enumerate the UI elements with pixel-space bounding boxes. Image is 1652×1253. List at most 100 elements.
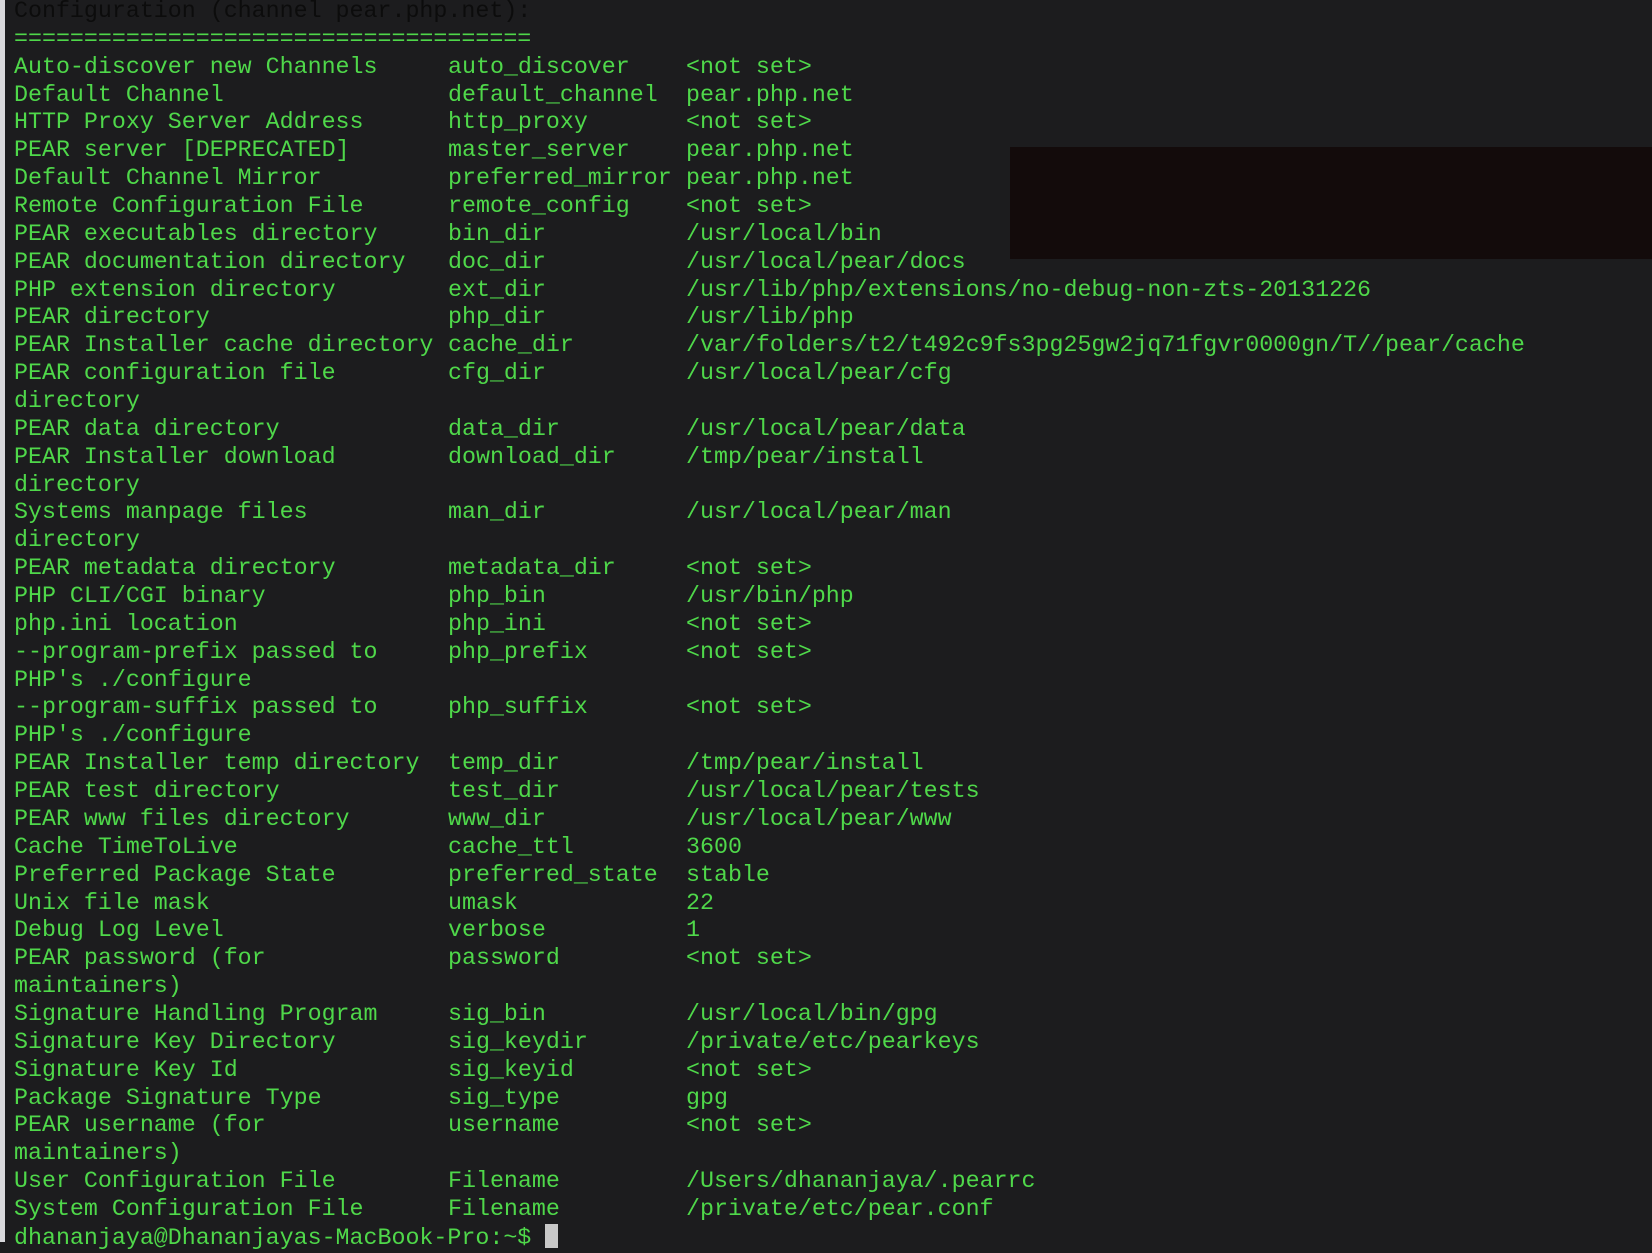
- config-row: --program-prefix passed to PHP's ./confi…: [14, 639, 1644, 695]
- config-key: data_dir: [448, 415, 560, 442]
- config-value: pear.php.net: [686, 137, 854, 164]
- config-value: /tmp/pear/install: [686, 443, 924, 470]
- config-value: /usr/local/bin: [686, 220, 882, 247]
- config-key: sig_keyid: [448, 1056, 574, 1083]
- config-key: http_proxy: [448, 109, 588, 136]
- window-edge: [0, 0, 5, 1242]
- config-row: Unix file mask umask 22: [14, 890, 1644, 918]
- config-value: <not set>: [686, 555, 812, 582]
- config-key: default_channel: [448, 81, 658, 108]
- config-value: /private/etc/pearkeys: [686, 1028, 980, 1055]
- config-key: man_dir: [448, 499, 546, 526]
- config-row: PHP CLI/CGI binary php_bin/usr/bin/php: [14, 583, 1644, 611]
- config-value: /usr/local/pear/tests: [686, 778, 980, 805]
- config-row: Package Signature Type sig_type gpg: [14, 1085, 1644, 1113]
- config-label: System Configuration File: [14, 1195, 364, 1222]
- config-label: PHP CLI/CGI binary: [14, 583, 266, 610]
- config-label: PEAR data directory: [14, 415, 280, 442]
- config-row: PEAR server [DEPRECATED] master_server pea…: [14, 137, 1644, 165]
- config-key: auto_discover: [448, 53, 630, 80]
- config-key: sig_keydir: [448, 1028, 588, 1055]
- config-label: PEAR configuration file directory: [14, 360, 336, 415]
- config-value: <not set>: [686, 610, 812, 637]
- config-label: PEAR www files directory: [14, 805, 350, 832]
- config-key: sig_type: [448, 1084, 560, 1111]
- config-value: stable: [686, 861, 770, 888]
- config-key: remote_config: [448, 193, 630, 220]
- config-row: PEAR Installer download directory downloa…: [14, 444, 1644, 500]
- config-key: verbose: [448, 917, 546, 944]
- config-row: PEAR www files directory www_dir/usr/loca…: [14, 806, 1644, 834]
- config-key: cache_ttl: [448, 833, 574, 860]
- config-label: Unix file mask: [14, 889, 210, 916]
- config-label: HTTP Proxy Server Address: [14, 109, 364, 136]
- config-row: Signature Key Directory sig_keydir/privat…: [14, 1029, 1644, 1057]
- config-value: /var/folders/t2/t492c9fs3pg25gw2jq71fgvr…: [686, 332, 1525, 359]
- config-key: temp_dir: [448, 750, 560, 777]
- config-value: pear.php.net: [686, 165, 854, 192]
- config-value: /Users/dhananjaya/.pearrc: [686, 1168, 1036, 1195]
- config-label: PEAR server [DEPRECATED]: [14, 137, 350, 164]
- config-label: PEAR test directory: [14, 778, 280, 805]
- config-label: PEAR documentation directory: [14, 248, 406, 275]
- config-label: Default Channel Mirror: [14, 165, 322, 192]
- config-value: <not set>: [686, 1112, 812, 1139]
- config-key: preferred_mirror: [448, 165, 672, 192]
- config-value: /usr/bin/php: [686, 583, 854, 610]
- config-key: bin_dir: [448, 220, 546, 247]
- config-row: --program-suffix passed to PHP's ./confi…: [14, 694, 1644, 750]
- config-key: cache_dir: [448, 332, 574, 359]
- config-row: PEAR username (for maintainers) username <…: [14, 1112, 1644, 1168]
- config-row: PEAR password (for maintainers) password <…: [14, 945, 1644, 1001]
- config-label: Systems manpage files directory: [14, 499, 308, 554]
- config-row: Remote Configuration File remote_config <n…: [14, 193, 1644, 221]
- config-key: php_prefix: [448, 638, 588, 665]
- config-key: username: [448, 1112, 560, 1139]
- config-key: download_dir: [448, 443, 616, 470]
- config-value: /usr/local/pear/docs: [686, 248, 966, 275]
- config-label: --program-prefix passed to PHP's ./confi…: [14, 638, 378, 693]
- config-row: PEAR configuration file directory cfg_dir…: [14, 360, 1644, 416]
- config-row: Cache TimeToLive cache_ttl 3600: [14, 834, 1644, 862]
- config-table: Auto-discover new Channels auto_discover <…: [14, 54, 1644, 1224]
- config-key: ext_dir: [448, 276, 546, 303]
- config-value: /usr/local/pear/man: [686, 499, 952, 526]
- config-value: <not set>: [686, 193, 812, 220]
- config-row: PEAR metadata directory metadata_dir <not …: [14, 555, 1644, 583]
- config-row: Signature Key Id sig_keyid <not set>: [14, 1057, 1644, 1085]
- config-value: <not set>: [686, 1056, 812, 1083]
- config-label: PEAR metadata directory: [14, 555, 336, 582]
- config-key: Filename: [448, 1195, 560, 1222]
- config-row: HTTP Proxy Server Address http_proxy <not …: [14, 109, 1644, 137]
- config-value: <not set>: [686, 638, 812, 665]
- config-label: PHP extension directory: [14, 276, 336, 303]
- config-value: <not set>: [686, 694, 812, 721]
- config-key: preferred_state: [448, 861, 658, 888]
- config-label: PEAR password (for maintainers): [14, 945, 266, 1000]
- config-row: PEAR documentation directory doc_dir/usr/…: [14, 249, 1644, 277]
- config-row: PEAR Installer temp directory temp_dir/tm…: [14, 750, 1644, 778]
- shell-prompt: dhananjaya@Dhananjayas-MacBook-Pro:~$: [14, 1224, 546, 1251]
- config-key: password: [448, 945, 560, 972]
- config-label: Package Signature Type: [14, 1084, 322, 1111]
- config-label: PEAR Installer download directory: [14, 443, 336, 498]
- shell-prompt-line[interactable]: dhananjaya@Dhananjayas-MacBook-Pro:~$: [14, 1223, 1644, 1253]
- config-row: Signature Handling Program sig_bin/usr/lo…: [14, 1001, 1644, 1029]
- config-key: cfg_dir: [448, 360, 546, 387]
- config-label: php.ini location: [14, 610, 238, 637]
- config-row: Default Channel Mirror preferred_mirror pe…: [14, 165, 1644, 193]
- config-row: Preferred Package State preferred_state st…: [14, 862, 1644, 890]
- config-key: Filename: [448, 1168, 560, 1195]
- config-label: Remote Configuration File: [14, 193, 364, 220]
- terminal-output[interactable]: Configuration (channel pear.php.net): ==…: [14, 0, 1644, 1253]
- config-value: <not set>: [686, 109, 812, 136]
- config-key: test_dir: [448, 778, 560, 805]
- config-label: Preferred Package State: [14, 861, 336, 888]
- config-value: 1: [686, 917, 700, 944]
- config-label: Signature Key Directory: [14, 1028, 336, 1055]
- config-row: Auto-discover new Channels auto_discover <…: [14, 54, 1644, 82]
- config-key: doc_dir: [448, 248, 546, 275]
- config-value: /usr/lib/php: [686, 304, 854, 331]
- config-value: /usr/local/bin/gpg: [686, 1000, 938, 1027]
- config-label: Signature Key Id: [14, 1056, 238, 1083]
